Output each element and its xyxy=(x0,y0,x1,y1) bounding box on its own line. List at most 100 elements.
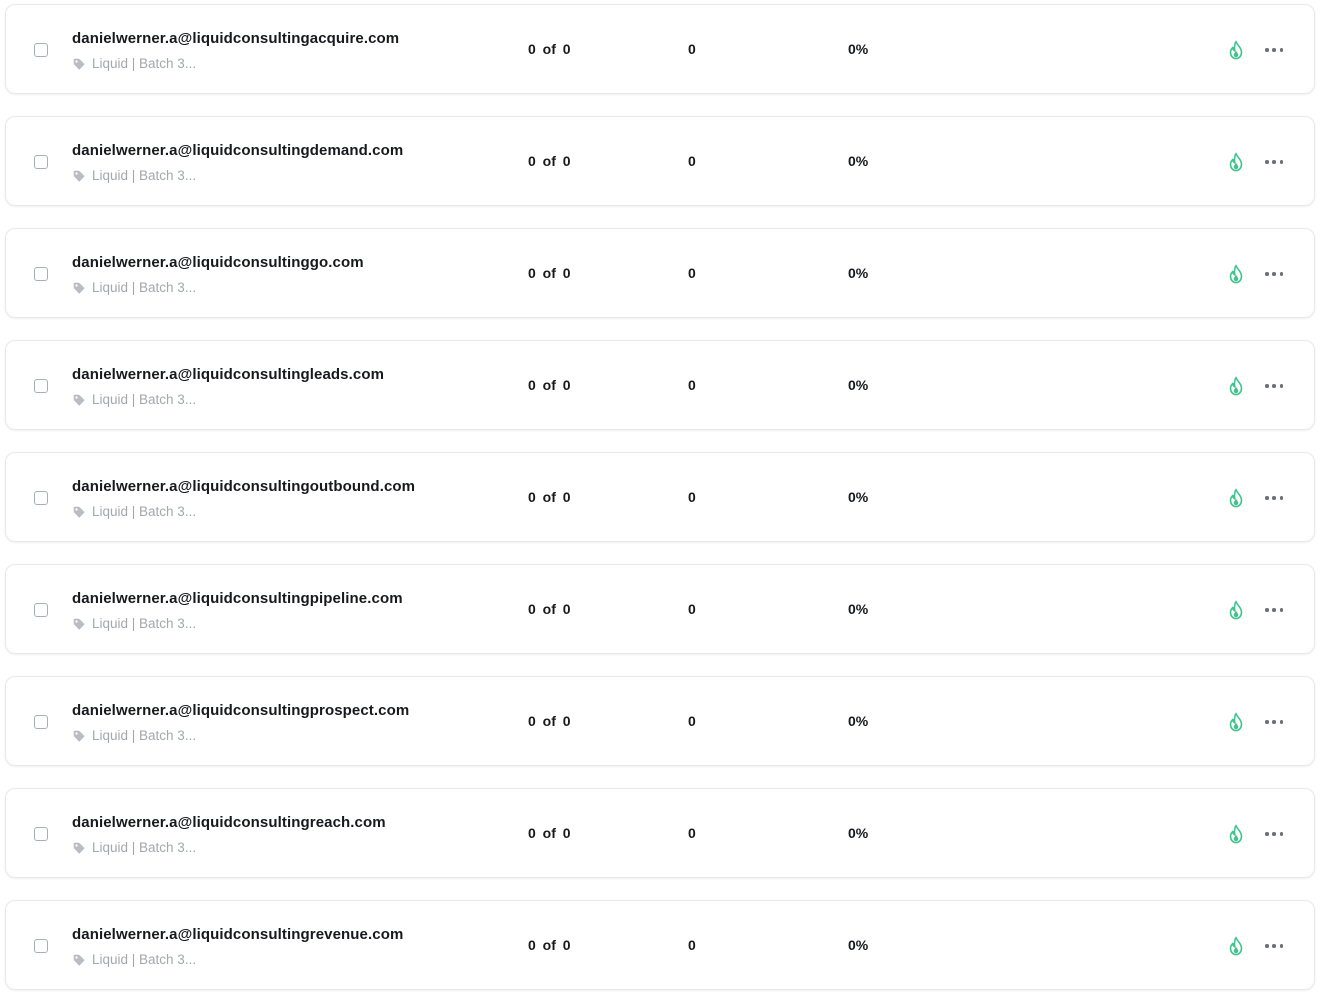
warmup-flame-icon[interactable] xyxy=(1227,712,1245,732)
account-row[interactable]: danielwerner.a@liquidconsultingprospect.… xyxy=(5,676,1315,766)
warmup-flame-icon[interactable] xyxy=(1227,264,1245,284)
sent-stat: 0 of 0 xyxy=(528,601,571,617)
account-row[interactable]: danielwerner.a@liquidconsultingacquire.c… xyxy=(5,4,1315,94)
more-options-icon[interactable] xyxy=(1265,377,1283,395)
row-checkbox[interactable] xyxy=(34,827,48,841)
row-checkbox[interactable] xyxy=(34,43,48,57)
tag-label: Liquid | Batch 3... xyxy=(92,168,197,183)
sent-stat: 0 of 0 xyxy=(528,825,571,841)
percent-stat: 0% xyxy=(848,153,869,169)
sent-stat: 0 of 0 xyxy=(528,489,571,505)
sent-stat: 0 of 0 xyxy=(528,153,571,169)
account-row[interactable]: danielwerner.a@liquidconsultingleads.com… xyxy=(5,340,1315,430)
more-options-icon[interactable] xyxy=(1265,713,1283,731)
percent-stat: 0% xyxy=(848,265,869,281)
account-tag[interactable]: Liquid | Batch 3... xyxy=(72,168,196,183)
account-tag[interactable]: Liquid | Batch 3... xyxy=(72,280,196,295)
count-stat: 0 xyxy=(688,601,696,617)
account-tag[interactable]: Liquid | Batch 3... xyxy=(72,616,196,631)
sent-stat: 0 of 0 xyxy=(528,377,571,393)
tag-label: Liquid | Batch 3... xyxy=(92,616,197,631)
account-row[interactable]: danielwerner.a@liquidconsultinggo.com Li… xyxy=(5,228,1315,318)
account-email: danielwerner.a@liquidconsultingoutbound.… xyxy=(72,478,416,495)
account-tag[interactable]: Liquid | Batch 3... xyxy=(72,504,196,519)
row-checkbox[interactable] xyxy=(34,491,48,505)
count-stat: 0 xyxy=(688,825,696,841)
tag-label: Liquid | Batch 3... xyxy=(92,952,197,967)
percent-stat: 0% xyxy=(848,825,869,841)
more-options-icon[interactable] xyxy=(1265,825,1283,843)
row-checkbox[interactable] xyxy=(34,267,48,281)
tag-label: Liquid | Batch 3... xyxy=(92,728,197,743)
tag-label: Liquid | Batch 3... xyxy=(92,504,197,519)
more-options-icon[interactable] xyxy=(1265,153,1283,171)
percent-stat: 0% xyxy=(848,601,869,617)
tag-label: Liquid | Batch 3... xyxy=(92,840,197,855)
count-stat: 0 xyxy=(688,489,696,505)
warmup-flame-icon[interactable] xyxy=(1227,488,1245,508)
tag-label: Liquid | Batch 3... xyxy=(92,280,197,295)
percent-stat: 0% xyxy=(848,377,869,393)
account-tag[interactable]: Liquid | Batch 3... xyxy=(72,392,196,407)
account-tag[interactable]: Liquid | Batch 3... xyxy=(72,952,196,967)
account-row[interactable]: danielwerner.a@liquidconsultingdemand.co… xyxy=(5,116,1315,206)
warmup-flame-icon[interactable] xyxy=(1227,152,1245,172)
account-tag[interactable]: Liquid | Batch 3... xyxy=(72,840,196,855)
tag-icon xyxy=(73,842,85,854)
row-checkbox[interactable] xyxy=(34,939,48,953)
tag-icon xyxy=(73,618,85,630)
percent-stat: 0% xyxy=(848,937,869,953)
row-checkbox[interactable] xyxy=(34,715,48,729)
percent-stat: 0% xyxy=(848,489,869,505)
warmup-flame-icon[interactable] xyxy=(1227,40,1245,60)
warmup-flame-icon[interactable] xyxy=(1227,600,1245,620)
email-account-list: danielwerner.a@liquidconsultingacquire.c… xyxy=(0,0,1326,997)
tag-label: Liquid | Batch 3... xyxy=(92,56,197,71)
row-checkbox[interactable] xyxy=(34,379,48,393)
tag-icon xyxy=(73,730,85,742)
warmup-flame-icon[interactable] xyxy=(1227,936,1245,956)
count-stat: 0 xyxy=(688,153,696,169)
account-row[interactable]: danielwerner.a@liquidconsultingpipeline.… xyxy=(5,564,1315,654)
account-email: danielwerner.a@liquidconsultingprospect.… xyxy=(72,702,410,719)
account-email: danielwerner.a@liquidconsultinggo.com xyxy=(72,254,364,271)
row-checkbox[interactable] xyxy=(34,155,48,169)
sent-stat: 0 of 0 xyxy=(528,265,571,281)
account-email: danielwerner.a@liquidconsultingacquire.c… xyxy=(72,30,400,47)
sent-stat: 0 of 0 xyxy=(528,713,571,729)
account-email: danielwerner.a@liquidconsultingrevenue.c… xyxy=(72,926,404,943)
account-email: danielwerner.a@liquidconsultingdemand.co… xyxy=(72,142,404,159)
sent-stat: 0 of 0 xyxy=(528,41,571,57)
count-stat: 0 xyxy=(688,713,696,729)
more-options-icon[interactable] xyxy=(1265,489,1283,507)
percent-stat: 0% xyxy=(848,41,869,57)
account-tag[interactable]: Liquid | Batch 3... xyxy=(72,728,196,743)
account-row[interactable]: danielwerner.a@liquidconsultingrevenue.c… xyxy=(5,900,1315,990)
count-stat: 0 xyxy=(688,265,696,281)
tag-icon xyxy=(73,506,85,518)
tag-label: Liquid | Batch 3... xyxy=(92,392,197,407)
tag-icon xyxy=(73,954,85,966)
tag-icon xyxy=(73,170,85,182)
more-options-icon[interactable] xyxy=(1265,41,1283,59)
account-row[interactable]: danielwerner.a@liquidconsultingreach.com… xyxy=(5,788,1315,878)
tag-icon xyxy=(73,394,85,406)
tag-icon xyxy=(73,282,85,294)
sent-stat: 0 of 0 xyxy=(528,937,571,953)
warmup-flame-icon[interactable] xyxy=(1227,824,1245,844)
more-options-icon[interactable] xyxy=(1265,265,1283,283)
row-checkbox[interactable] xyxy=(34,603,48,617)
percent-stat: 0% xyxy=(848,713,869,729)
count-stat: 0 xyxy=(688,41,696,57)
warmup-flame-icon[interactable] xyxy=(1227,376,1245,396)
account-row[interactable]: danielwerner.a@liquidconsultingoutbound.… xyxy=(5,452,1315,542)
count-stat: 0 xyxy=(688,937,696,953)
account-email: danielwerner.a@liquidconsultingleads.com xyxy=(72,366,385,383)
more-options-icon[interactable] xyxy=(1265,937,1283,955)
count-stat: 0 xyxy=(688,377,696,393)
more-options-icon[interactable] xyxy=(1265,601,1283,619)
tag-icon xyxy=(73,58,85,70)
account-tag[interactable]: Liquid | Batch 3... xyxy=(72,56,196,71)
account-email: danielwerner.a@liquidconsultingpipeline.… xyxy=(72,590,403,607)
account-email: danielwerner.a@liquidconsultingreach.com xyxy=(72,814,386,831)
